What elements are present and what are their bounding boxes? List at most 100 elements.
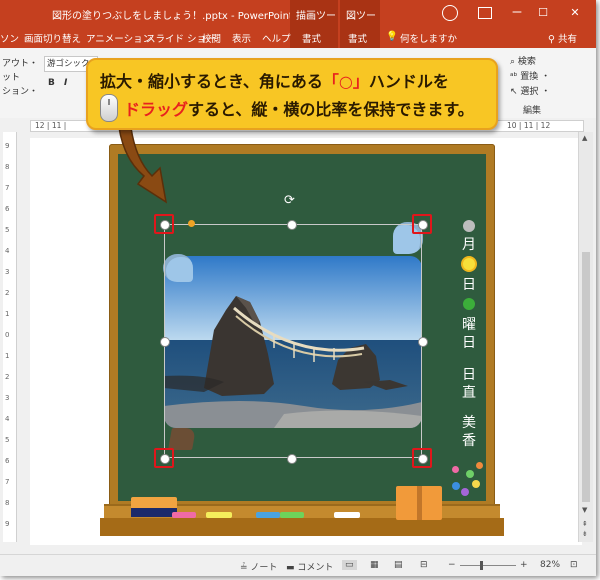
- ruler-left-marks: 12 | 11 |: [35, 121, 67, 130]
- vertical-scrollbar[interactable]: ▲ ▼ ⇞ ⇟: [578, 132, 593, 542]
- vruler-mark: 6: [5, 205, 10, 213]
- search-icon: ⌕: [510, 57, 516, 67]
- vruler-mark: 3: [5, 268, 10, 276]
- normal-view-icon[interactable]: ▭: [342, 560, 357, 570]
- zoom-level[interactable]: 82%: [540, 560, 560, 570]
- zoom-in-icon[interactable]: +: [520, 560, 528, 570]
- tab-review[interactable]: 校閲: [202, 31, 221, 45]
- vruler-mark: 2: [5, 289, 10, 297]
- chalk-blue: [256, 512, 280, 518]
- status-bar: ≟ ノート ▬ コメント ▭ ▦ ▤ ⊟ − + 82% ⊡: [0, 554, 596, 576]
- reading-view-icon[interactable]: ▤: [394, 560, 403, 570]
- vruler-mark: 8: [5, 499, 10, 507]
- highlight-box-bottom-right: [412, 448, 432, 468]
- tab-format-picture[interactable]: 書式: [348, 31, 367, 45]
- slideshow-view-icon[interactable]: ⊟: [420, 560, 428, 570]
- share-label: 共有: [557, 34, 577, 45]
- ribbon-section[interactable]: ション・: [2, 84, 38, 97]
- ribbon-layout[interactable]: アウト・: [2, 56, 38, 69]
- cursor-icon: ↖: [510, 87, 518, 97]
- board-char: 美: [462, 415, 476, 431]
- callout-text: ハンドルを: [368, 72, 449, 91]
- selection-outline: [164, 224, 422, 458]
- adjustment-handle[interactable]: [188, 220, 195, 227]
- highlight-box-top-left: [154, 214, 174, 234]
- powerpoint-window: 図形の塗りつぶしをしましょう！.pptx - PowerPoint 描画ツール …: [0, 0, 596, 576]
- vruler-mark: 8: [5, 163, 10, 171]
- weather-cloud-icon: [463, 220, 475, 232]
- tab-design[interactable]: ソン: [0, 31, 19, 45]
- close-button[interactable]: ✕: [564, 4, 586, 22]
- zoom-slider[interactable]: [460, 565, 516, 566]
- slide-sorter-icon[interactable]: ▦: [370, 560, 379, 570]
- group-editing-label: 編集: [523, 106, 542, 116]
- replace-icon: ᵃᵇ: [510, 72, 518, 82]
- bold-button[interactable]: B: [48, 78, 55, 88]
- tab-format-drawing[interactable]: 書式: [302, 31, 321, 45]
- resize-handle-bottom[interactable]: [287, 454, 297, 464]
- ribbon-reset[interactable]: ット: [2, 70, 20, 83]
- highlight-box-bottom-left: [154, 448, 174, 468]
- vruler-mark: 3: [5, 394, 10, 402]
- magnet-green: [466, 470, 474, 478]
- vruler-mark: 9: [5, 142, 10, 150]
- vruler-mark: 2: [5, 373, 10, 381]
- chalk-yellow: [206, 512, 232, 518]
- tab-help[interactable]: ヘルプ: [262, 31, 291, 45]
- vruler-mark: 9: [5, 520, 10, 528]
- fit-to-window-icon[interactable]: ⊡: [570, 560, 578, 570]
- chalk-green: [280, 512, 304, 518]
- eraser-felt: [131, 508, 177, 517]
- magnet-orange: [476, 462, 483, 469]
- minimize-button[interactable]: ー: [506, 4, 528, 22]
- next-slide-icon[interactable]: ⇟: [582, 530, 588, 538]
- board-char: 月: [462, 237, 476, 253]
- scroll-down-icon[interactable]: ▼: [582, 506, 587, 514]
- tab-transitions[interactable]: 画面切り替え: [24, 31, 81, 45]
- account-icon[interactable]: [442, 5, 458, 21]
- previous-slide-icon[interactable]: ⇞: [582, 520, 588, 528]
- tell-me-search[interactable]: 何をしますか: [400, 31, 457, 45]
- scrollbar-thumb[interactable]: [582, 252, 590, 502]
- callout-highlight: ドラッグ: [124, 100, 189, 119]
- comment-icon: ▬: [286, 563, 295, 573]
- notes-button[interactable]: ≟ ノート: [240, 560, 277, 573]
- magnet-yellow: [472, 480, 480, 488]
- ribbon-display-options-icon[interactable]: [478, 7, 492, 19]
- replace-label: 置換 ・: [520, 72, 551, 82]
- vruler-mark: 7: [5, 184, 10, 192]
- tab-view[interactable]: 表示: [232, 31, 251, 45]
- magnet-purple: [461, 488, 469, 496]
- scroll-up-icon[interactable]: ▲: [582, 134, 587, 142]
- tree-icon: [463, 298, 475, 310]
- vruler-mark: 6: [5, 457, 10, 465]
- chalk-box-band: [417, 486, 422, 520]
- zoom-out-icon[interactable]: −: [448, 560, 456, 570]
- vruler-mark: 7: [5, 478, 10, 486]
- select-button[interactable]: ↖ 選択 ・: [510, 84, 550, 97]
- replace-button[interactable]: ᵃᵇ 置換 ・: [510, 69, 550, 82]
- select-label: 選択 ・: [520, 87, 551, 97]
- callout-line-2: ドラッグすると、縦・横の比率を保持できます。: [124, 96, 474, 120]
- notes-icon: ≟: [240, 563, 248, 573]
- zoom-slider-thumb[interactable]: [480, 561, 483, 570]
- comments-label: コメント: [297, 563, 334, 573]
- find-button[interactable]: ⌕ 検索: [510, 54, 536, 67]
- tab-animations[interactable]: アニメーション: [86, 31, 152, 45]
- board-char: 香: [462, 433, 476, 449]
- resize-handle-left[interactable]: [160, 337, 170, 347]
- board-char: 曜: [462, 317, 476, 333]
- comments-button[interactable]: ▬ コメント: [286, 560, 333, 573]
- resize-handle-right[interactable]: [418, 337, 428, 347]
- share-button[interactable]: ⚲ 共有: [548, 31, 577, 45]
- resize-handle-top[interactable]: [287, 220, 297, 230]
- vruler-mark: 5: [5, 436, 10, 444]
- vruler-mark: 0: [5, 331, 10, 339]
- vruler-mark: 1: [5, 310, 10, 318]
- maximize-button[interactable]: ☐: [532, 4, 554, 22]
- rotate-handle-icon[interactable]: ⟳: [284, 193, 295, 208]
- italic-button[interactable]: I: [64, 78, 67, 88]
- callout-highlight: 「○」: [322, 72, 369, 91]
- ruler-right-marks: 10 | 11 | 12: [507, 121, 551, 130]
- vruler-mark: 4: [5, 415, 10, 423]
